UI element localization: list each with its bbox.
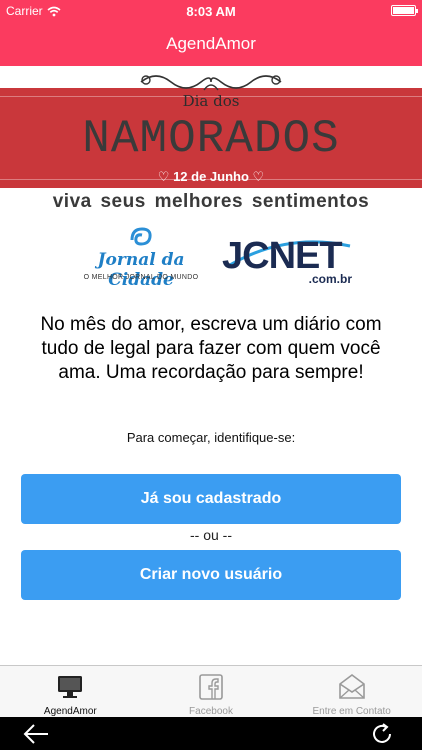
login-button[interactable]: Já sou cadastrado (21, 474, 401, 524)
back-arrow-icon[interactable] (22, 722, 50, 746)
facebook-icon (199, 674, 223, 700)
tab-label-agendamor: AgendAmor (43, 706, 97, 717)
intro-message: No mês do amor, escreva um diário com tu… (40, 314, 382, 383)
monitor-icon (58, 676, 83, 698)
swirl-icon (130, 227, 152, 246)
navigation-bar: AgendAmor (0, 22, 422, 66)
jcnet-logo: JCNET .com.br (222, 236, 362, 286)
tab-bar: AgendAmor Facebook Entre em Contato (0, 665, 422, 717)
tab-label-contact: Entre em Contato (312, 706, 391, 717)
sponsor-logos: Jornal da Cidade O MELHOR JORNAL DO MUND… (0, 224, 422, 292)
tab-label-facebook: Facebook (189, 706, 233, 717)
banner-date: ♡ 12 de Junho ♡ (157, 169, 265, 184)
tab-agendamor[interactable]: AgendAmor (0, 666, 141, 717)
banner-tagline: viva seus melhores sentimentos (52, 191, 370, 212)
tab-facebook[interactable]: Facebook (141, 666, 282, 717)
jornal-subtitle: O MELHOR JORNAL DO MUNDO (83, 274, 199, 281)
tab-contact[interactable]: Entre em Contato (281, 666, 422, 717)
identify-prompt: Para começar, identifique-se: (126, 430, 296, 445)
mail-icon (338, 674, 365, 699)
system-navigation-bar (0, 717, 422, 750)
jornal-name: Jornal da Cidade (97, 250, 185, 290)
page-title: AgendAmor (166, 34, 256, 53)
banner-big-title: NAMORADOS (82, 113, 340, 165)
status-time: 8:03 AM (186, 4, 236, 19)
or-separator: -- ou -- (190, 527, 232, 543)
jcnet-domain: .com.br (308, 272, 352, 286)
valentines-banner: Dia dos NAMORADOS ♡ 12 de Junho ♡ viva s… (0, 66, 422, 216)
ornament-icon (140, 75, 282, 91)
jcnet-name: JCNET (222, 235, 343, 277)
register-button[interactable]: Criar novo usuário (21, 550, 401, 600)
battery-icon (391, 5, 418, 16)
jornal-da-cidade-logo: Jornal da Cidade O MELHOR JORNAL DO MUND… (68, 224, 214, 290)
banner-small-title: Dia dos (182, 92, 240, 110)
refresh-icon[interactable] (370, 722, 394, 746)
status-bar: Carrier 8:03 AM (0, 0, 422, 22)
